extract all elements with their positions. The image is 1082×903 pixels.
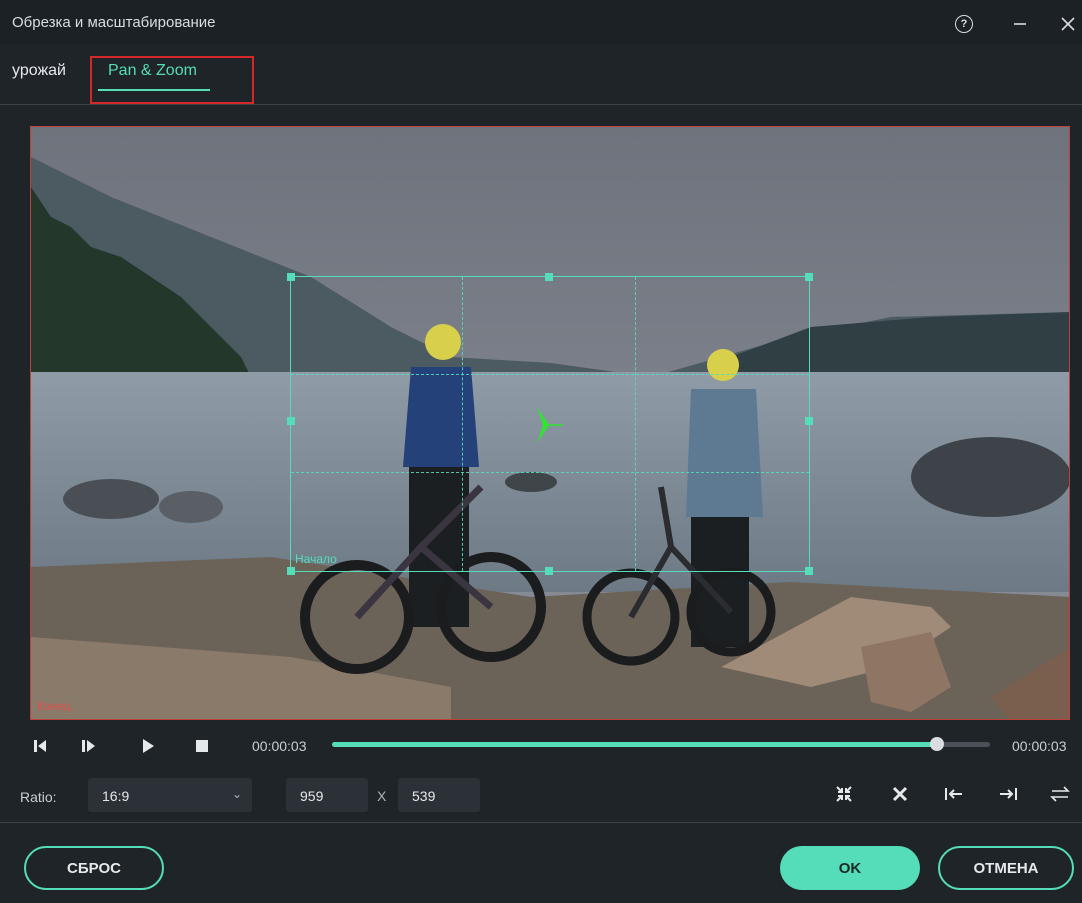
next-frame-button[interactable] (76, 734, 100, 758)
resize-handle[interactable] (805, 273, 813, 281)
resize-handle[interactable] (287, 417, 295, 425)
title-bar: Обрезка и масштабирование ? (0, 0, 1082, 44)
grid-line (291, 374, 809, 375)
ratio-label: Ratio: (20, 789, 57, 805)
timeline-slider[interactable] (332, 737, 990, 751)
grid-line (462, 277, 463, 571)
chevron-down-icon: ⌄ (231, 787, 242, 801)
minimize-icon (1014, 23, 1026, 25)
tab-crop[interactable]: урожай (12, 62, 66, 80)
resize-handle[interactable] (805, 567, 813, 575)
close-icon (1061, 17, 1075, 31)
help-circle-icon: ? (955, 15, 973, 33)
help-button[interactable]: ? (948, 8, 980, 40)
current-time: 00:00:03 (252, 738, 307, 754)
stop-icon (196, 740, 208, 752)
align-end-button[interactable] (994, 780, 1022, 808)
fit-icon (836, 786, 852, 802)
previous-frame-icon (34, 740, 46, 752)
cross-icon (892, 786, 908, 802)
resize-handle[interactable] (545, 273, 553, 281)
end-frame-label: Конец (37, 699, 71, 713)
start-frame-label: Начало (295, 552, 337, 566)
minimize-button[interactable] (1004, 8, 1036, 40)
timeline-thumb[interactable] (930, 737, 945, 751)
previous-frame-button[interactable] (28, 734, 52, 758)
timeline-progress (332, 742, 938, 747)
height-field[interactable]: 539 (398, 778, 480, 812)
resize-handle[interactable] (287, 567, 295, 575)
align-end-icon (1000, 788, 1017, 800)
window-title: Обрезка и масштабирование (12, 14, 216, 31)
grid-line (291, 472, 809, 473)
resize-handle[interactable] (545, 567, 553, 575)
ok-button[interactable]: OK (780, 846, 920, 890)
width-field[interactable]: 959 (286, 778, 368, 812)
ratio-dropdown[interactable]: 16:9 ⌄ (88, 778, 252, 812)
play-button[interactable] (136, 734, 160, 758)
cancel-button[interactable]: ОТМЕНА (938, 846, 1074, 890)
total-time: 00:00:03 (1012, 738, 1067, 754)
green-arrow-icon (537, 407, 563, 443)
start-frame-box[interactable]: Начало (287, 273, 813, 575)
tab-bar: урожай Pan & Zoom (0, 44, 1082, 105)
resize-handle[interactable] (805, 417, 813, 425)
ratio-settings: Ratio: 16:9 ⌄ 959 X 539 (0, 768, 1082, 823)
stop-button[interactable] (190, 734, 214, 758)
align-start-button[interactable] (940, 780, 968, 808)
reset-button[interactable]: СБРОС (24, 846, 164, 890)
video-preview[interactable]: Конец Начало (30, 126, 1070, 720)
cross-button[interactable] (886, 780, 914, 808)
grid-line (635, 277, 636, 571)
swap-icon (1050, 786, 1070, 802)
tab-highlight-box (90, 56, 254, 104)
fit-button[interactable] (830, 780, 858, 808)
align-start-icon (945, 788, 962, 800)
ratio-value: 16:9 (102, 788, 130, 804)
resize-handle[interactable] (287, 273, 295, 281)
play-icon (143, 739, 154, 753)
playback-bar: 00:00:03 00:00:03 (0, 722, 1082, 768)
next-frame-icon (82, 740, 95, 752)
swap-button[interactable] (1046, 780, 1074, 808)
dimension-separator: X (377, 788, 387, 804)
close-button[interactable] (1052, 8, 1082, 40)
